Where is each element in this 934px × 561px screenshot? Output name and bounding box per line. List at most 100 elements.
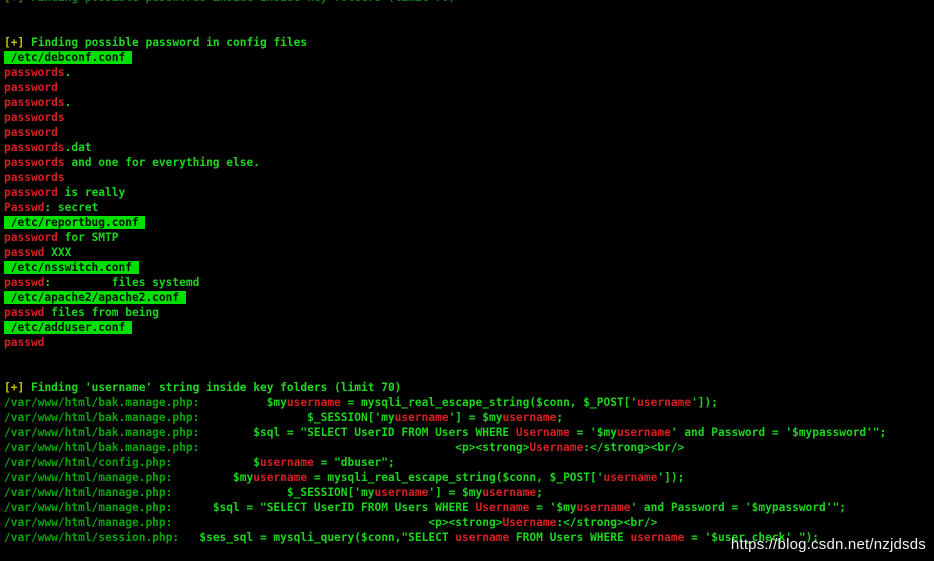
- grep-code-text: $sql = "SELECT UserID FROM Users WHERE: [253, 426, 516, 439]
- password-match-line: passwd XXX: [4, 245, 934, 260]
- password-match-line: Passwd: secret: [4, 200, 934, 215]
- grep-gap: [199, 441, 455, 454]
- section-marker-icon: [+]: [4, 381, 25, 394]
- password-results-list: /etc/debconf.conf passwords. password pass…: [4, 50, 934, 350]
- password-match-line: password for SMTP: [4, 230, 934, 245]
- grep-file-path: /var/www/html/config.php:: [4, 456, 173, 469]
- grep-code-text: ' and Password = '$mypassword'";: [670, 426, 887, 439]
- grep-code-text: $ses_sql = mysqli_query($conn,"SELECT: [199, 531, 456, 544]
- grep-result-row: /var/www/html/bak.manage.php: $sql = "SE…: [4, 425, 934, 440]
- match-keyword: Passwd: [4, 201, 45, 214]
- grep-file-path: /var/www/html/manage.php:: [4, 471, 173, 484]
- config-file-path: /etc/debconf.conf: [4, 50, 934, 65]
- match-keyword: username: [637, 396, 692, 409]
- section-header-passwords: [+] Finding possible password in config …: [4, 35, 934, 50]
- match-context: .dat: [64, 141, 92, 154]
- password-match-line: passwd: files systemd: [4, 275, 934, 290]
- grep-gap: [172, 471, 233, 484]
- match-keyword: username: [253, 471, 308, 484]
- match-context: XXX: [44, 246, 72, 259]
- match-keyword: username: [394, 411, 449, 424]
- grep-code-text: <p><strong>: [455, 441, 530, 454]
- grep-code-text: = mysqli_real_escape_string($conn, $_POS…: [307, 471, 604, 484]
- grep-gap: [172, 516, 428, 529]
- match-keyword: username: [286, 396, 341, 409]
- username-grep-results-list: /var/www/html/bak.manage.php: $myusernam…: [4, 395, 934, 545]
- grep-file-path: /var/www/html/manage.php:: [4, 501, 173, 514]
- match-keyword: username: [374, 486, 429, 499]
- grep-result-row: /var/www/html/config.php: $username = "d…: [4, 455, 934, 470]
- grep-result-row: /var/www/html/bak.manage.php: $myusernam…: [4, 395, 934, 410]
- grep-code-text: $my: [233, 471, 254, 484]
- password-match-line: password is really: [4, 185, 934, 200]
- grep-code-text: ']);: [657, 471, 685, 484]
- match-context: and one for everything else.: [64, 156, 260, 169]
- grep-gap: [199, 396, 266, 409]
- grep-code-text: :</strong><br/>: [583, 441, 685, 454]
- grep-result-row: /var/www/html/manage.php: $myusername = …: [4, 470, 934, 485]
- password-match-line: passwd files from being: [4, 305, 934, 320]
- grep-code-text: ;: [556, 411, 564, 424]
- password-match-line: passwords: [4, 110, 934, 125]
- match-keyword: username: [482, 486, 537, 499]
- match-keyword: passwd: [4, 246, 45, 259]
- grep-result-row: /var/www/html/manage.php: <p><strong>Use…: [4, 515, 934, 530]
- grep-result-row: /var/www/html/bak.manage.php: $_SESSION[…: [4, 410, 934, 425]
- match-keyword: passwords: [4, 141, 65, 154]
- grep-code-text: <p><strong>: [428, 516, 503, 529]
- match-keyword: password: [4, 81, 58, 94]
- section-header-label: Finding possible password in config file…: [30, 36, 308, 49]
- grep-code-text: = "dbuser";: [313, 456, 395, 469]
- terminal-scroll-area[interactable]: [+] Finding possible passwords inside in…: [0, 0, 934, 561]
- password-match-line: passwords.: [4, 65, 934, 80]
- match-keyword: username: [502, 411, 557, 424]
- file-path-highlight: /etc/apache2/apache2.conf: [4, 291, 186, 304]
- match-keyword: Username: [529, 441, 584, 454]
- grep-gap: [179, 531, 199, 544]
- grep-gap: [172, 486, 287, 499]
- grep-gap: [172, 456, 253, 469]
- section-marker-icon: [+]: [4, 0, 24, 4]
- grep-code-text: $_SESSION['my: [307, 411, 395, 424]
- match-keyword: username: [603, 471, 658, 484]
- match-keyword: password: [4, 126, 58, 139]
- match-context: .: [64, 96, 72, 109]
- grep-gap: [199, 411, 307, 424]
- config-file-path: /etc/reportbug.conf: [4, 215, 934, 230]
- password-match-line: passwords.: [4, 95, 934, 110]
- grep-code-text: '] = $my: [428, 486, 483, 499]
- password-match-line: passwords: [4, 170, 934, 185]
- file-path-highlight: /etc/debconf.conf: [4, 51, 132, 64]
- match-context: is really: [57, 186, 126, 199]
- match-keyword: Username: [502, 516, 557, 529]
- match-keyword: username: [259, 456, 314, 469]
- match-context: for SMTP: [57, 231, 119, 244]
- file-path-highlight: /etc/adduser.conf: [4, 321, 132, 334]
- match-keyword: passwords: [4, 96, 65, 109]
- watermark-text: https://blog.csdn.net/nzjdsds: [730, 536, 926, 553]
- match-keyword: username: [455, 531, 510, 544]
- grep-code-text: :</strong><br/>: [556, 516, 658, 529]
- match-context: .: [64, 66, 72, 79]
- terminal-window: [+] Finding possible passwords inside in…: [0, 0, 934, 561]
- match-keyword: username: [616, 426, 671, 439]
- grep-file-path: /var/www/html/bak.manage.php:: [4, 396, 200, 409]
- grep-result-row: /var/www/html/bak.manage.php: <p><strong…: [4, 440, 934, 455]
- grep-gap: [199, 426, 253, 439]
- grep-code-text: $: [253, 456, 260, 469]
- password-match-line: passwd: [4, 335, 934, 350]
- section-header-username: [+] Finding 'username' string inside key…: [4, 380, 934, 395]
- config-file-path: /etc/adduser.conf: [4, 320, 934, 335]
- config-file-path: /etc/nsswitch.conf: [4, 260, 934, 275]
- grep-code-text: $_SESSION['my: [286, 486, 375, 499]
- grep-file-path: /var/www/html/manage.php:: [4, 516, 173, 529]
- grep-file-path: /var/www/html/manage.php:: [4, 486, 173, 499]
- grep-result-row: /var/www/html/manage.php: $sql = "SELECT…: [4, 500, 934, 515]
- match-keyword: Username: [515, 426, 570, 439]
- grep-file-path: /var/www/html/bak.manage.php:: [4, 441, 200, 454]
- match-keyword: passwd: [4, 336, 45, 349]
- match-keyword: passwd: [4, 276, 45, 289]
